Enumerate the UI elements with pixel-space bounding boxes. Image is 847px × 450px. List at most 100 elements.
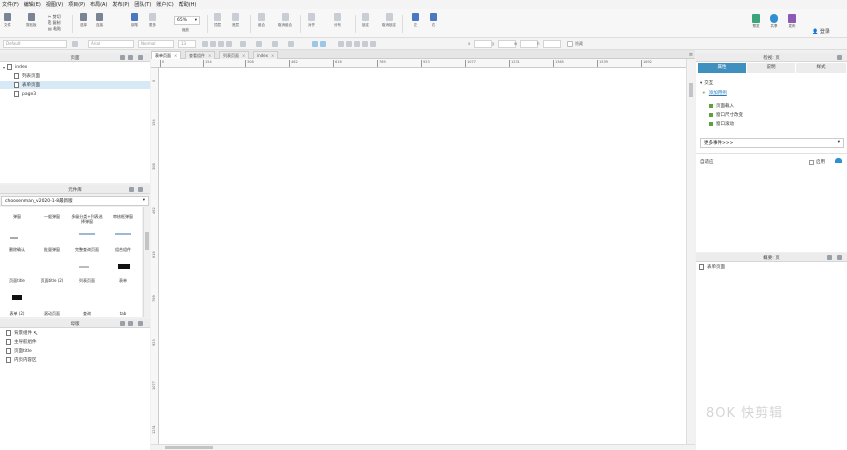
library-item[interactable]: 组合组件 bbox=[106, 247, 140, 252]
master-item[interactable]: 背景组件 ↖ bbox=[6, 329, 38, 337]
text-color-icon[interactable] bbox=[202, 41, 208, 47]
tab-form-page[interactable]: 表单页面 × bbox=[151, 51, 182, 59]
font-size-select[interactable]: 13 bbox=[178, 40, 196, 48]
library-item[interactable]: 删除确认 bbox=[0, 247, 34, 252]
right-button[interactable]: 右 bbox=[430, 13, 437, 28]
fill-color-icon[interactable] bbox=[240, 41, 246, 47]
file-button[interactable]: 文件 bbox=[4, 13, 11, 28]
add-folder-icon[interactable] bbox=[128, 321, 133, 326]
search-icon[interactable] bbox=[138, 321, 143, 326]
border-color-icon[interactable] bbox=[256, 41, 262, 47]
w-input[interactable] bbox=[520, 40, 538, 48]
close-icon[interactable]: × bbox=[208, 53, 211, 58]
hidden-checkbox[interactable] bbox=[567, 41, 573, 47]
zoom-select[interactable]: 65% ▾ bbox=[174, 16, 200, 25]
library-item[interactable]: 多级分类+列表选择弹窗 bbox=[70, 214, 104, 224]
menu-team[interactable]: 团队(T) bbox=[134, 1, 151, 8]
line-style-icon[interactable] bbox=[288, 41, 294, 47]
add-page-icon[interactable] bbox=[120, 55, 125, 60]
add-master-icon[interactable] bbox=[120, 321, 125, 326]
library-item[interactable]: 完整查询页面 bbox=[70, 247, 104, 252]
library-select[interactable]: choosenman_v2020-1-8最新版 ▾ bbox=[1, 196, 149, 206]
master-item[interactable]: 页面title bbox=[6, 347, 32, 355]
bring-top-button[interactable]: 顶层 bbox=[214, 13, 221, 28]
library-item[interactable]: 表单 (2) bbox=[0, 311, 34, 316]
search-icon[interactable] bbox=[138, 55, 143, 60]
tree-item-form-page[interactable]: 表单页面 bbox=[0, 81, 150, 89]
select-button[interactable]: 选择 bbox=[80, 13, 87, 28]
bold-icon[interactable] bbox=[210, 41, 216, 47]
connect-button[interactable]: 连接 bbox=[96, 13, 103, 28]
indent-icon[interactable] bbox=[370, 41, 376, 47]
x-input[interactable] bbox=[474, 40, 492, 48]
library-item[interactable]: 列表页面 bbox=[70, 278, 104, 283]
library-item[interactable]: 表单 bbox=[106, 278, 140, 283]
scrollbar-thumb[interactable] bbox=[689, 83, 693, 97]
library-item[interactable]: 滚动页面 bbox=[35, 311, 69, 316]
align-button[interactable]: 对齐 bbox=[308, 13, 315, 28]
menu-view[interactable]: 视图(V) bbox=[46, 1, 63, 8]
canvas-vertical-scrollbar[interactable] bbox=[686, 59, 695, 444]
list-icon[interactable] bbox=[362, 41, 368, 47]
lock-button[interactable]: 锁定 bbox=[362, 13, 369, 28]
tab-properties[interactable]: 属性 bbox=[698, 63, 746, 73]
italic-icon[interactable] bbox=[218, 41, 224, 47]
panel-menu-icon[interactable] bbox=[837, 55, 842, 60]
publish-button[interactable]: 发布 bbox=[788, 14, 796, 29]
tab-style[interactable]: 样式 bbox=[796, 63, 846, 73]
tab-list-page[interactable]: 列表页面 × bbox=[219, 51, 250, 59]
tab-notes[interactable]: 说明 bbox=[747, 63, 795, 73]
panel-menu-icon[interactable] bbox=[837, 255, 842, 260]
paste-button[interactable]: ▤ 粘贴 bbox=[48, 26, 61, 32]
library-scrollbar[interactable] bbox=[143, 207, 150, 317]
library-item[interactable]: 页面title (2) bbox=[35, 278, 69, 283]
event-item[interactable]: 窗口尺寸改变 bbox=[709, 112, 743, 118]
tabs-menu-icon[interactable]: ≡ bbox=[689, 52, 693, 58]
tab-view-component[interactable]: 查看组件 × bbox=[185, 51, 216, 59]
tree-item-page3[interactable]: page3 bbox=[14, 90, 147, 98]
align-left-icon[interactable] bbox=[312, 41, 318, 47]
scrollbar-thumb[interactable] bbox=[165, 446, 213, 449]
menu-edit[interactable]: 编辑(E) bbox=[24, 1, 41, 8]
menu-account[interactable]: 账户(C) bbox=[156, 1, 173, 8]
library-item[interactable]: 审核框弹窗 bbox=[106, 214, 140, 219]
underline-icon[interactable] bbox=[226, 41, 232, 47]
event-item[interactable]: 窗口滚动 bbox=[709, 121, 734, 127]
library-item[interactable]: 批量弹窗 bbox=[35, 247, 69, 252]
design-canvas[interactable] bbox=[159, 68, 686, 444]
align-center-icon[interactable] bbox=[320, 41, 326, 47]
add-case-link[interactable]: + 添加用例 bbox=[702, 90, 727, 97]
menu-help[interactable]: 帮助(H) bbox=[179, 1, 197, 8]
ungroup-button[interactable]: 取消组合 bbox=[278, 13, 292, 28]
enable-adaptive[interactable]: 启用 bbox=[809, 159, 825, 165]
more-button[interactable]: 更多 bbox=[149, 13, 156, 28]
h-input[interactable] bbox=[543, 40, 561, 48]
library-item[interactable]: 弹窗 bbox=[0, 214, 34, 219]
search-icon[interactable] bbox=[138, 187, 143, 192]
canvas-horizontal-scrollbar[interactable] bbox=[151, 444, 695, 450]
preview-button[interactable]: 预览 bbox=[752, 14, 760, 29]
clipboard-button[interactable]: 剪贴板 bbox=[26, 13, 37, 28]
share-button[interactable]: 共享 bbox=[770, 14, 778, 29]
event-item[interactable]: 页面载入 bbox=[709, 103, 734, 109]
master-item[interactable]: 内页内容区 bbox=[6, 356, 37, 364]
close-icon[interactable]: × bbox=[174, 53, 177, 58]
format-painter-icon[interactable] bbox=[72, 41, 78, 47]
library-item[interactable]: 查询 bbox=[70, 311, 104, 316]
master-item[interactable]: 主导航组件 bbox=[6, 338, 37, 346]
valign-bottom-icon[interactable] bbox=[354, 41, 360, 47]
tree-item-index[interactable]: ▾ index bbox=[3, 63, 147, 71]
library-item[interactable]: 页面title bbox=[0, 278, 34, 283]
close-icon[interactable]: × bbox=[242, 53, 245, 58]
add-folder-icon[interactable] bbox=[128, 55, 133, 60]
library-item[interactable]: 一般弹窗 bbox=[35, 214, 69, 219]
expand-arrow-icon[interactable]: ▾ bbox=[3, 65, 5, 70]
close-icon[interactable]: × bbox=[271, 53, 274, 58]
line-width-icon[interactable] bbox=[272, 41, 278, 47]
interaction-section[interactable]: ▾ 交互 bbox=[700, 80, 713, 87]
send-bottom-button[interactable]: 底层 bbox=[232, 13, 239, 28]
scrollbar-thumb[interactable] bbox=[145, 232, 149, 250]
left-button[interactable]: 左 bbox=[412, 13, 419, 28]
group-button[interactable]: 组合 bbox=[258, 13, 265, 28]
enable-checkbox[interactable] bbox=[809, 159, 814, 165]
